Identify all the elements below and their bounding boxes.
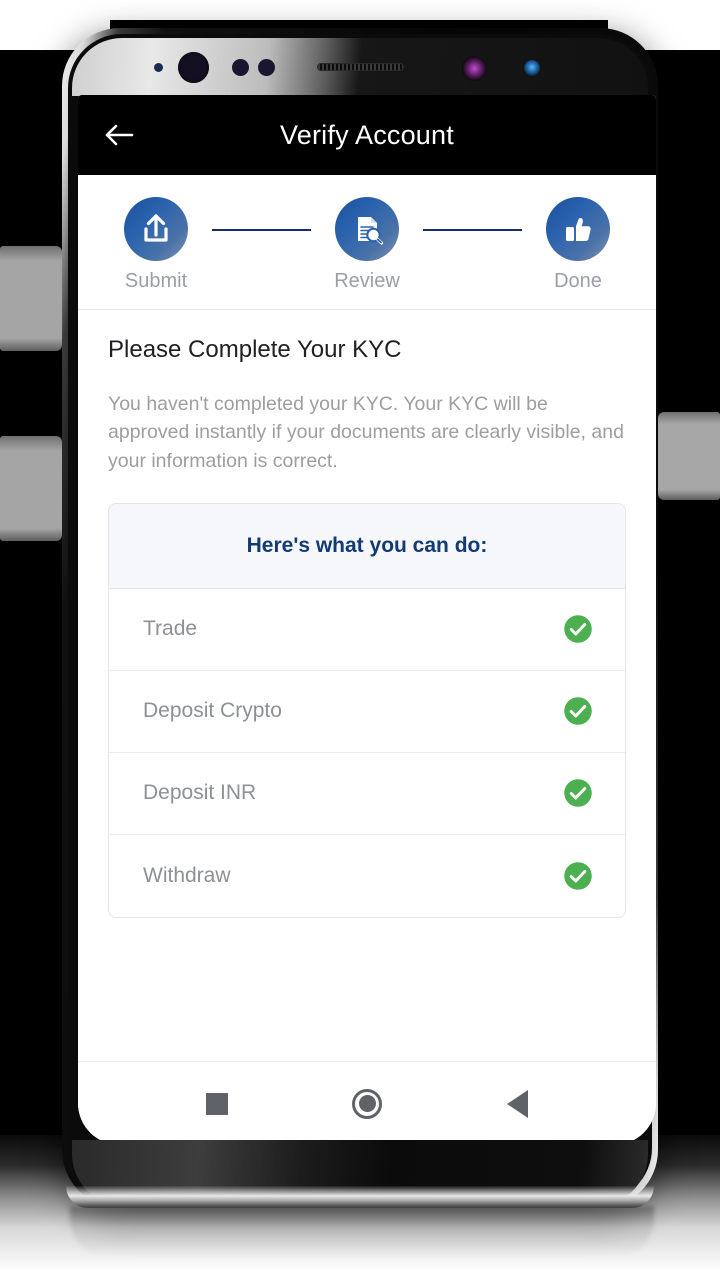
arrow-left-icon <box>105 124 134 146</box>
system-back-button[interactable] <box>490 1077 544 1131</box>
surface-reflection <box>70 1206 654 1258</box>
phone-screen: Verify Account Submit Review Done Please… <box>78 95 656 1145</box>
progress-stepper: Submit Review Done <box>78 175 656 310</box>
kyc-description: You haven't completed your KYC. Your KYC… <box>108 393 624 472</box>
secondary-sensor-icon <box>524 60 540 76</box>
step-submit-label: Submit <box>124 270 188 292</box>
table-row[interactable]: Trade <box>109 589 625 671</box>
page-title: Verify Account <box>280 119 454 150</box>
phone-mockup-scene: Verify Account Submit Review Done Please… <box>0 0 720 1272</box>
row-label-trade: Trade <box>143 617 198 641</box>
green-check-icon <box>564 697 592 726</box>
proximity-sensor-icon <box>232 59 249 76</box>
step-submit[interactable]: Submit <box>104 197 208 293</box>
app-bar: Verify Account <box>78 95 656 175</box>
square-icon <box>206 1092 228 1115</box>
recents-button[interactable] <box>190 1077 244 1131</box>
row-label-withdraw: Withdraw <box>143 863 231 887</box>
home-button[interactable] <box>340 1077 394 1131</box>
iris-scanner-icon <box>462 56 487 81</box>
step-review-circle <box>335 197 399 261</box>
triangle-back-icon <box>506 1089 528 1118</box>
row-label-deposit-crypto: Deposit Crypto <box>143 699 282 723</box>
step-review[interactable]: Review <box>315 197 419 293</box>
step-done[interactable]: Done <box>526 197 630 293</box>
phone-top-bezel <box>72 38 648 96</box>
row-label-deposit-inr: Deposit INR <box>143 781 257 805</box>
step-done-label: Done <box>554 270 602 292</box>
step-review-label: Review <box>334 270 400 292</box>
kyc-heading: Please Complete Your KYC <box>108 336 402 363</box>
step-submit-circle <box>124 197 188 261</box>
green-check-icon <box>564 779 592 808</box>
capabilities-card: Here's what you can do: Trade Deposit Cr… <box>108 502 626 918</box>
power-button[interactable] <box>658 412 720 500</box>
earpiece-speaker-icon <box>317 63 404 71</box>
circle-icon <box>352 1088 382 1119</box>
volume-up-button[interactable] <box>0 246 62 351</box>
table-row[interactable]: Deposit Crypto <box>109 671 625 753</box>
ambient-light-sensor-icon <box>258 59 275 76</box>
green-check-icon <box>564 615 592 644</box>
thumbs-up-icon <box>566 218 591 242</box>
upload-icon <box>144 214 168 242</box>
phone-bottom-rim <box>66 1186 654 1208</box>
volume-down-button[interactable] <box>0 436 62 541</box>
step-connector-2 <box>423 229 522 231</box>
front-camera-icon <box>178 52 209 83</box>
step-done-circle <box>546 197 610 261</box>
main-content: Please Complete Your KYC You haven't com… <box>78 310 656 1061</box>
document-search-icon <box>358 217 384 245</box>
table-row[interactable]: Withdraw <box>109 835 625 917</box>
table-row[interactable]: Deposit INR <box>109 753 625 835</box>
indicator-led-icon <box>154 63 163 72</box>
step-connector-1 <box>212 229 311 231</box>
back-button[interactable] <box>96 112 142 158</box>
capabilities-card-header: Here's what you can do: <box>109 503 625 589</box>
green-check-icon <box>564 862 592 890</box>
android-nav-bar <box>78 1061 656 1145</box>
